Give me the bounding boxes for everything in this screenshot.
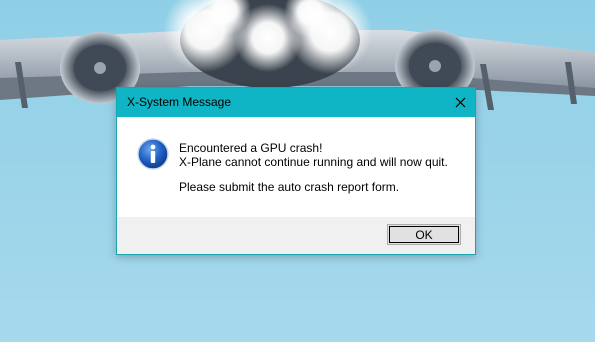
ok-button[interactable]: OK <box>387 224 461 245</box>
message-line-1: Encountered a GPU crash! <box>179 141 323 155</box>
message-line-3: Please submit the auto crash report form… <box>179 180 400 194</box>
info-icon <box>137 138 169 170</box>
close-button[interactable] <box>445 88 475 117</box>
dialog-button-bar: OK <box>117 217 475 254</box>
dialog-titlebar[interactable]: X-System Message <box>117 88 475 117</box>
message-line-2: X-Plane cannot continue running and will… <box>179 155 448 169</box>
close-icon <box>455 97 465 108</box>
dialog-title: X-System Message <box>127 95 232 109</box>
system-message-dialog: X-System Message Encountered a GPU crash… <box>116 87 476 255</box>
dialog-content: Encountered a GPU crash! X-Plane cannot … <box>117 117 475 217</box>
